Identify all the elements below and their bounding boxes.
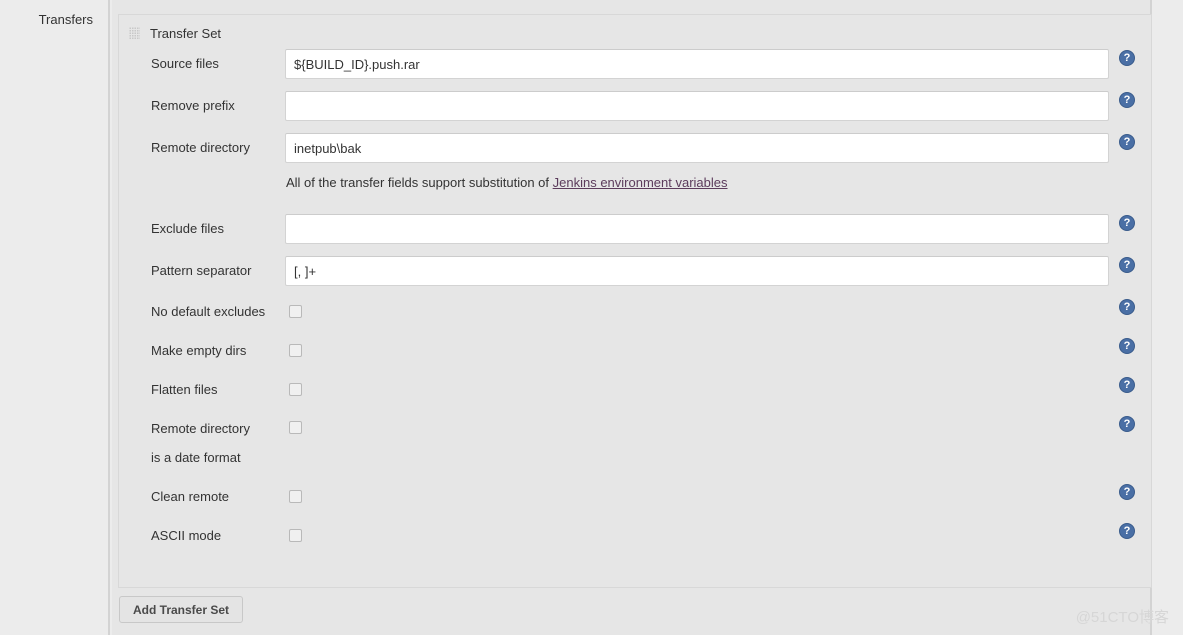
help-icon-remote-dir-date-format[interactable]: ?	[1119, 416, 1135, 432]
label-source-files: Source files	[151, 56, 219, 71]
transfer-set-header: Transfer Set	[119, 15, 221, 51]
help-icon-remote-directory[interactable]: ?	[1119, 134, 1135, 150]
help-icon-remove-prefix[interactable]: ?	[1119, 92, 1135, 108]
column-divider	[108, 0, 110, 635]
checkbox-remote-dir-date-format[interactable]	[289, 421, 302, 434]
label-clean-remote: Clean remote	[151, 489, 230, 504]
checkbox-ascii-mode[interactable]	[289, 529, 302, 542]
checkbox-clean-remote[interactable]	[289, 490, 302, 503]
help-icon-source-files[interactable]: ?	[1119, 50, 1135, 66]
label-remove-prefix: Remove prefix	[151, 98, 235, 113]
label-remote-dir-date-format: Remote directory	[151, 421, 250, 436]
label-pattern-separator: Pattern separator	[151, 263, 252, 278]
label-flatten-files: Flatten files	[151, 382, 218, 397]
input-remove-prefix[interactable]	[285, 91, 1109, 121]
label-remote-dir-date-format-line2: is a date format	[151, 450, 241, 465]
help-icon-ascii-mode[interactable]: ?	[1119, 523, 1135, 539]
checkbox-flatten-files[interactable]	[289, 383, 302, 396]
jenkins-env-vars-link[interactable]: Jenkins environment variables	[553, 175, 728, 190]
checkbox-no-default-excludes[interactable]	[289, 305, 302, 318]
help-icon-no-default-excludes[interactable]: ?	[1119, 299, 1135, 315]
label-no-default-excludes: No default excludes	[151, 304, 266, 319]
checkbox-make-empty-dirs[interactable]	[289, 344, 302, 357]
hint-prefix: All of the transfer fields support subst…	[286, 175, 553, 190]
input-exclude-files[interactable]	[285, 214, 1109, 244]
help-icon-clean-remote[interactable]: ?	[1119, 484, 1135, 500]
label-make-empty-dirs: Make empty dirs	[151, 343, 247, 358]
label-exclude-files: Exclude files	[151, 221, 224, 236]
help-icon-make-empty-dirs[interactable]: ?	[1119, 338, 1135, 354]
input-remote-directory[interactable]	[285, 133, 1109, 163]
help-icon-flatten-files[interactable]: ?	[1119, 377, 1135, 393]
section-label-transfers: Transfers	[38, 12, 93, 27]
input-source-files[interactable]	[285, 49, 1109, 79]
watermark: @51CTO博客	[1075, 609, 1169, 626]
transfer-set-title: Transfer Set	[150, 25, 222, 41]
add-transfer-set-button[interactable]: Add Transfer Set	[119, 596, 244, 623]
right-gutter	[1154, 0, 1183, 635]
help-icon-pattern-separator[interactable]: ?	[1119, 257, 1135, 273]
input-pattern-separator[interactable]	[285, 256, 1109, 286]
left-label-column: Transfers	[0, 0, 103, 635]
label-remote-directory: Remote directory	[151, 140, 250, 155]
help-icon-exclude-files[interactable]: ?	[1119, 215, 1135, 231]
hint-text: All of the transfer fields support subst…	[286, 175, 728, 190]
label-ascii-mode: ASCII mode	[151, 528, 222, 543]
drag-grip-icon[interactable]	[129, 26, 140, 40]
